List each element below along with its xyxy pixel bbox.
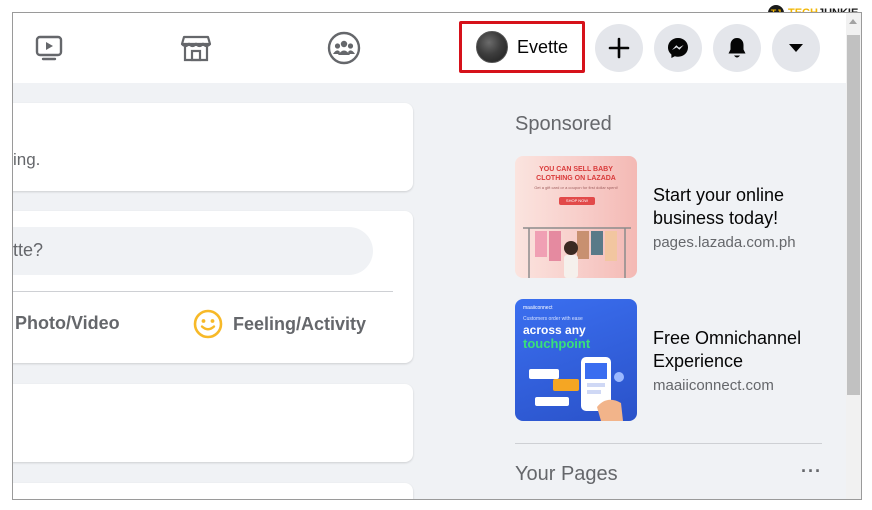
phone-illustration — [529, 357, 624, 421]
account-menu-button[interactable] — [772, 24, 820, 72]
create-post-card: tte? Photo/Video Feeling/Activity — [13, 211, 413, 363]
sidebar-divider — [515, 443, 822, 444]
ad1-title[interactable]: Start your online business today! — [653, 184, 833, 230]
feed-card-text: ing. — [13, 150, 41, 169]
notifications-button[interactable] — [713, 24, 761, 72]
create-button[interactable] — [595, 24, 643, 72]
composer-divider — [13, 291, 393, 292]
ad2-title[interactable]: Free Omnichannel Experience — [653, 327, 833, 373]
vertical-scrollbar[interactable] — [846, 13, 861, 499]
top-navigation-bar: Evette — [13, 13, 846, 83]
feed-card-partial — [13, 483, 413, 499]
photo-video-button[interactable]: Photo/Video — [15, 313, 120, 334]
profile-avatar — [476, 31, 508, 63]
notifications-icon — [728, 38, 746, 58]
watch-icon[interactable] — [31, 30, 67, 66]
ad2-domain[interactable]: maaiiconnect.com — [653, 377, 774, 394]
create-icon — [608, 37, 630, 59]
clothing-rack-illustration — [523, 227, 631, 278]
messenger-button[interactable] — [654, 24, 702, 72]
ad-image-maaiiconnect[interactable]: maaiiconnect Customers order with ease a… — [515, 299, 637, 421]
scroll-thumb[interactable] — [847, 35, 860, 395]
profile-button[interactable]: Evette — [459, 21, 585, 73]
feeling-activity-button[interactable]: Feeling/Activity — [193, 309, 366, 339]
composer-placeholder: tte? — [13, 240, 44, 260]
photo-video-label: Photo/Video — [15, 313, 120, 333]
profile-name: Evette — [517, 36, 569, 57]
ad1-domain[interactable]: pages.lazada.com.ph — [653, 234, 796, 251]
browser-viewport: Evette ing. tte? Photo/Video Feeling/Act… — [12, 12, 862, 500]
your-pages-heading: Your Pages — [515, 463, 618, 485]
more-options-icon[interactable]: ··· — [801, 461, 822, 482]
messenger-icon — [668, 38, 688, 58]
feeling-activity-label: Feeling/Activity — [233, 313, 367, 334]
scroll-up-arrow-icon[interactable] — [849, 19, 857, 24]
smiley-icon — [193, 309, 223, 339]
sponsored-heading: Sponsored — [515, 113, 612, 135]
chevron-down-icon — [789, 44, 803, 52]
feed-card-empty — [13, 384, 413, 462]
ad-image-lazada[interactable]: YOU CAN SELL BABY CLOTHING ON LAZADA Get… — [515, 156, 637, 278]
composer-input[interactable]: tte? — [13, 227, 373, 275]
groups-icon[interactable] — [326, 30, 362, 66]
marketplace-icon[interactable] — [178, 30, 214, 66]
feed-card-top: ing. — [13, 103, 413, 191]
